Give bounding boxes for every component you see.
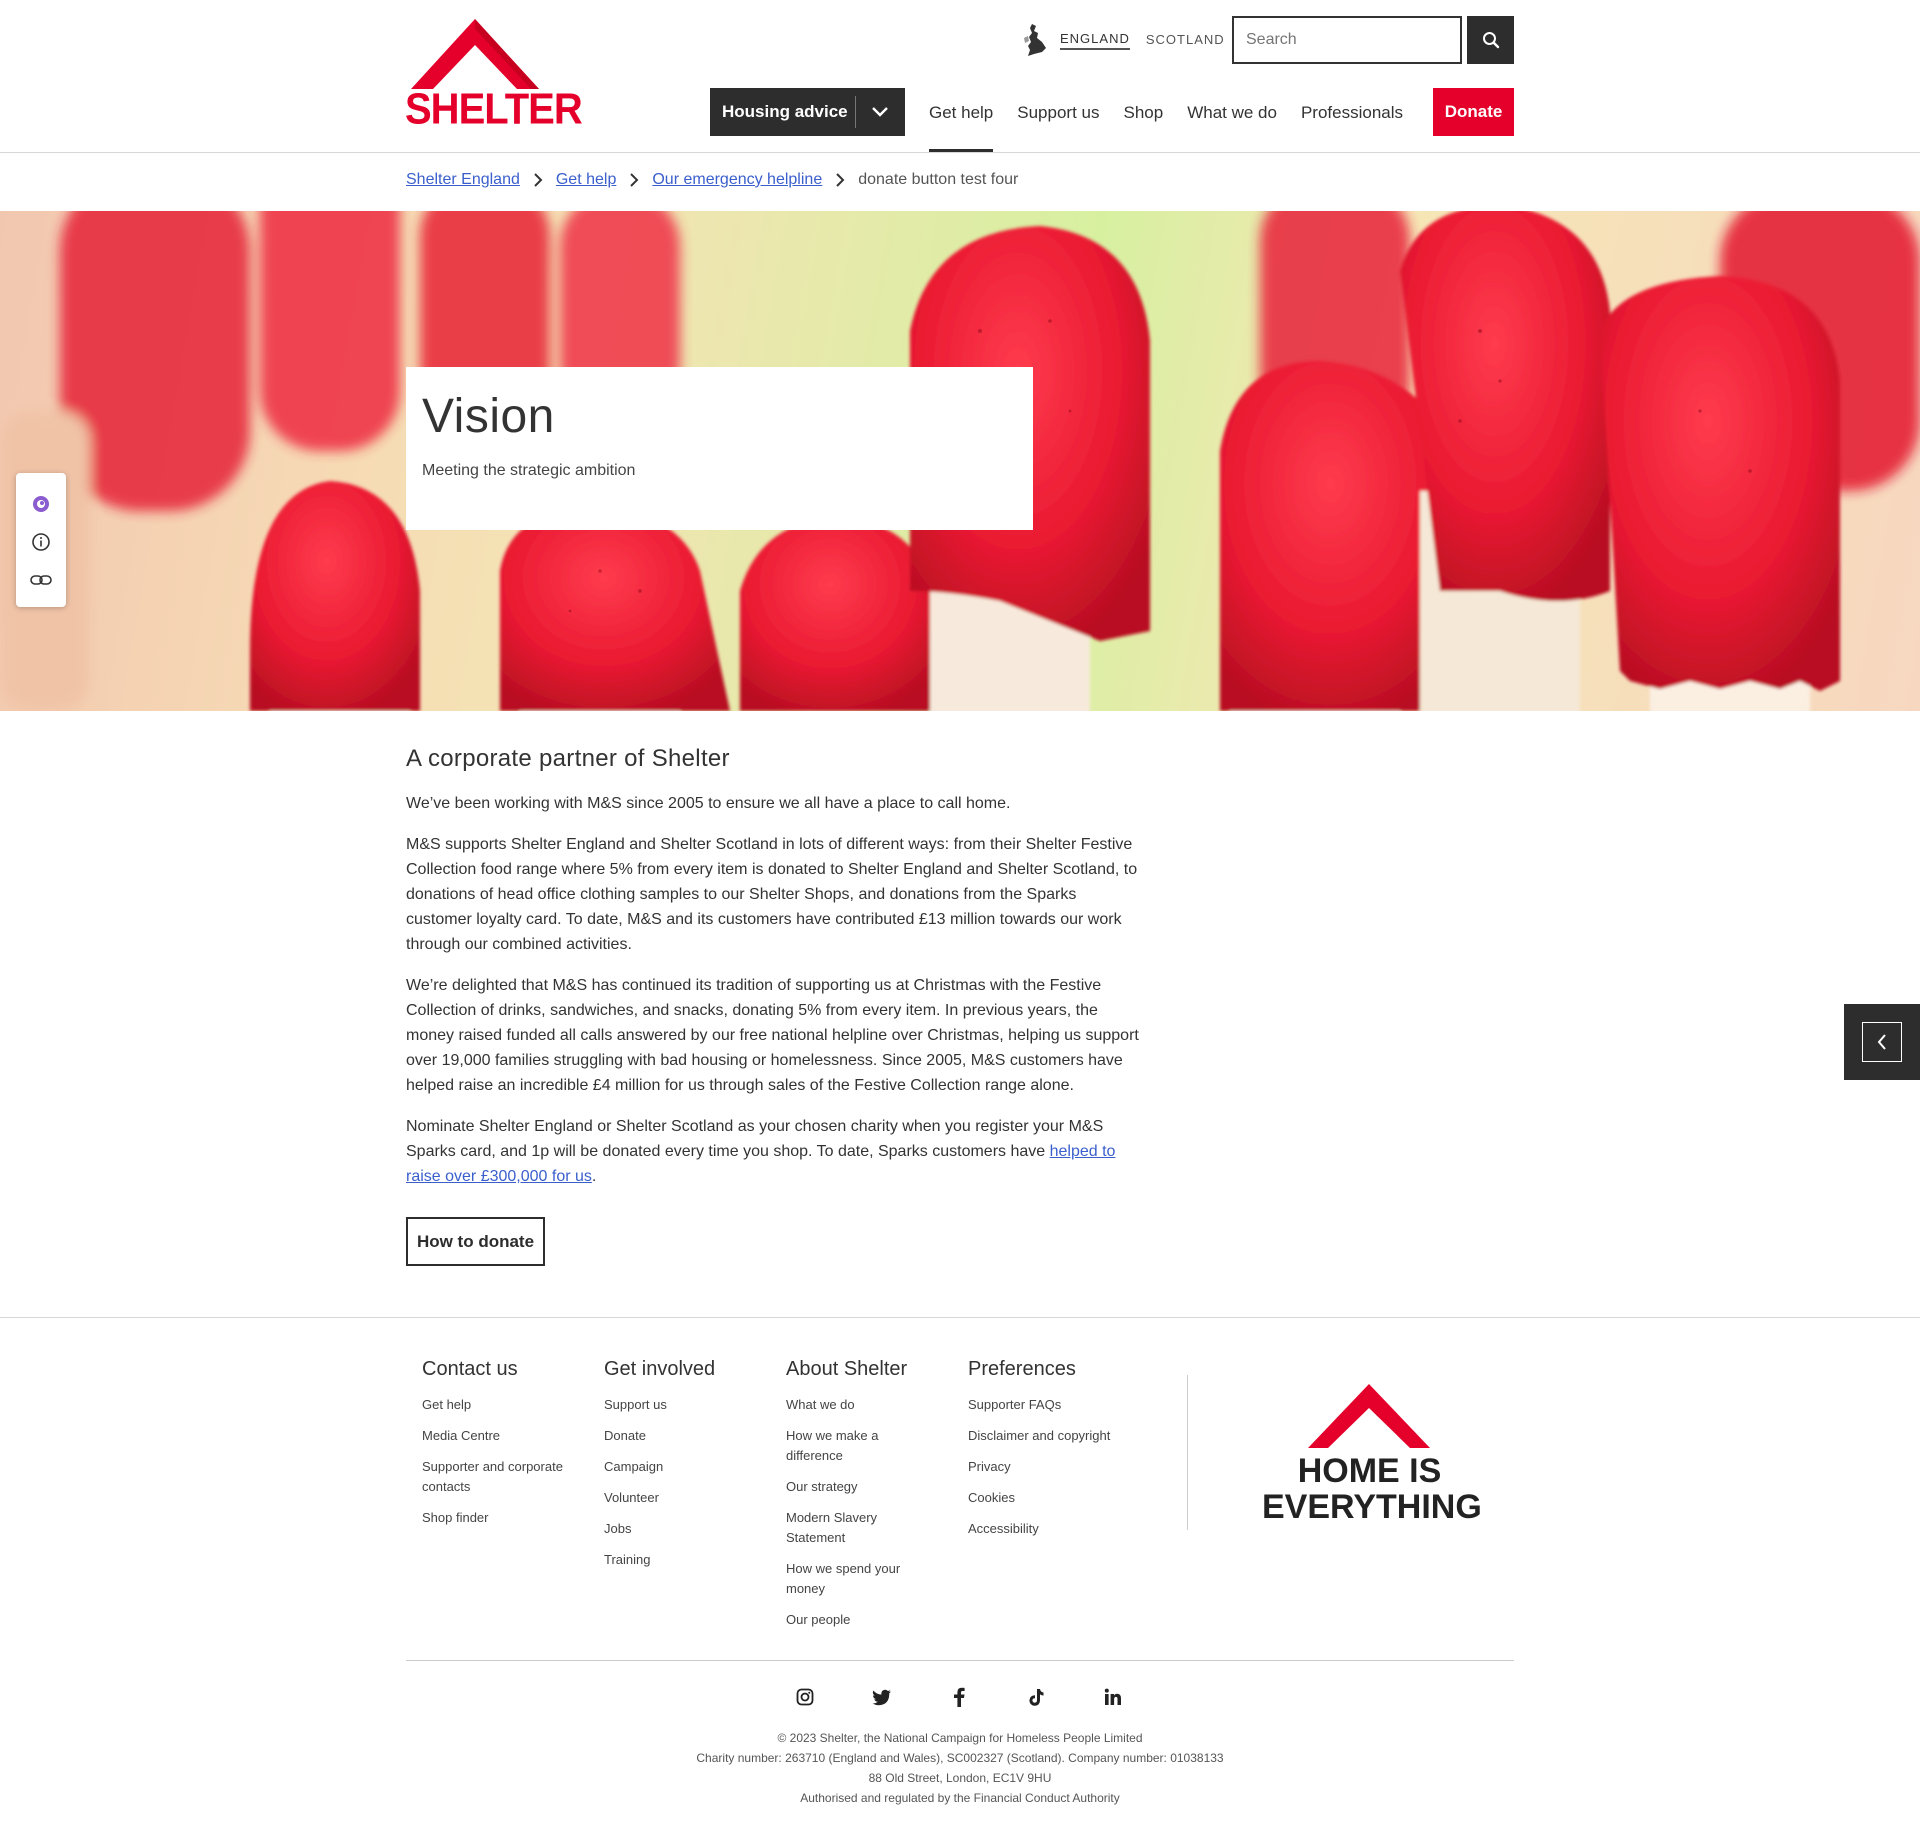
page-subtitle: Meeting the strategic ambition <box>422 462 636 479</box>
footer-link[interactable]: Support us <box>604 1395 774 1415</box>
nav-what-we-do[interactable]: What we do <box>1187 88 1277 152</box>
footer-divider <box>0 1317 1920 1318</box>
chevron-right-icon <box>532 172 544 188</box>
breadcrumb-link-shelter-england[interactable]: Shelter England <box>406 171 520 189</box>
footer-link[interactable]: How we make a difference <box>786 1426 906 1466</box>
site-header: SHELTER ENGLAND SCOTLAND Housing advice … <box>0 0 1920 153</box>
chevron-left-icon <box>1862 1022 1902 1062</box>
nav-shop[interactable]: Shop <box>1124 88 1164 152</box>
linkedin-icon[interactable] <box>1098 1682 1128 1712</box>
charity-number-text: Charity number: 263710 (England and Wale… <box>696 1751 1224 1765</box>
footer-link[interactable]: Get help <box>422 1395 592 1415</box>
instagram-icon[interactable] <box>790 1682 820 1712</box>
footer-link[interactable]: Campaign <box>604 1457 774 1477</box>
divider <box>855 96 856 128</box>
footer-link[interactable]: Media Centre <box>422 1426 592 1446</box>
footer-link[interactable]: Shop finder <box>422 1508 592 1528</box>
footer-link[interactable]: Accessibility <box>968 1519 1138 1539</box>
footer-column-about: About Shelter What we do How we make a d… <box>786 1358 907 1641</box>
logo-text: SHELTER <box>405 84 583 134</box>
breadcrumb-link-get-help[interactable]: Get help <box>556 171 616 189</box>
housing-advice-label: Housing advice <box>722 102 848 121</box>
hero-banner: Vision Meeting the strategic ambition <box>0 211 1920 711</box>
chevron-right-icon <box>834 172 846 188</box>
section-heading: A corporate partner of Shelter <box>406 745 730 772</box>
paragraph-intro: We’ve been working with M&S since 2005 t… <box>406 795 1011 812</box>
address-text: 88 Old Street, London, EC1V 9HU <box>868 1771 1052 1785</box>
footer-heading: Contact us <box>422 1358 518 1380</box>
sparks-suffix: . <box>591 1168 597 1185</box>
uk-map-icon <box>1024 24 1046 56</box>
paragraph-christmas: We’re delighted that M&S has continued i… <box>406 977 1139 1094</box>
regulation-text: Authorised and regulated by the Financia… <box>800 1791 1120 1805</box>
logo-line-1: HOME IS <box>1297 1452 1442 1490</box>
twitter-icon[interactable] <box>867 1682 897 1712</box>
footer-link[interactable]: Disclaimer and copyright <box>968 1426 1138 1446</box>
sparks-text: Nominate Shelter England or Shelter Scot… <box>406 1118 1104 1160</box>
paragraph-support-ways: M&S supports Shelter England and Shelter… <box>406 836 1138 953</box>
footer-column-get-involved: Get involved Support us Donate Campaign … <box>604 1358 774 1581</box>
logo-roof-icon <box>411 19 539 89</box>
footer-link[interactable]: How we spend your money <box>786 1559 906 1599</box>
logo-line-2: EVERYTHING <box>1262 1488 1482 1526</box>
main-content: A corporate partner of Shelter We’ve bee… <box>406 745 1146 1266</box>
nav-professionals[interactable]: Professionals <box>1301 88 1403 152</box>
breadcrumb-current: donate button test four <box>858 171 1019 188</box>
footer-link[interactable]: Jobs <box>604 1519 774 1539</box>
region-switcher: ENGLAND SCOTLAND <box>1020 16 1241 64</box>
footer-vertical-divider <box>1187 1375 1188 1530</box>
footer-link[interactable]: Training <box>604 1550 774 1570</box>
footer-link[interactable]: What we do <box>786 1395 906 1415</box>
breadcrumb-link-emergency-helpline[interactable]: Our emergency helpline <box>652 171 822 189</box>
link-icon[interactable] <box>30 569 52 591</box>
footer-link[interactable]: Privacy <box>968 1457 1138 1477</box>
main-nav: Housing advice Get help Support us Shop … <box>710 88 1403 152</box>
hero-card: Vision Meeting the strategic ambition <box>406 367 1033 530</box>
chevron-down-icon <box>872 107 888 117</box>
donate-button[interactable]: Donate <box>1433 88 1514 136</box>
region-england-link[interactable]: ENGLAND <box>1060 31 1130 50</box>
paragraph-sparks: Nominate Shelter England or Shelter Scot… <box>406 1114 1146 1189</box>
side-panel-toggle[interactable] <box>1844 1004 1920 1080</box>
info-icon[interactable] <box>30 531 52 553</box>
tiktok-icon[interactable] <box>1021 1682 1051 1712</box>
footer-heading: Get involved <box>604 1358 716 1380</box>
footer-column-preferences: Preferences Supporter FAQs Disclaimer an… <box>968 1358 1138 1550</box>
housing-advice-button[interactable]: Housing advice <box>710 88 905 136</box>
legal-info: © 2023 Shelter, the National Campaign fo… <box>0 1728 1920 1808</box>
search-icon <box>1482 32 1499 49</box>
footer-link[interactable]: Cookies <box>968 1488 1138 1508</box>
home-is-everything-logo: HOME IS EVERYTHING <box>1262 1380 1482 1530</box>
browser-extension-icon[interactable] <box>30 493 52 515</box>
how-to-donate-button[interactable]: How to donate <box>406 1217 545 1266</box>
floating-toolbar <box>16 473 66 607</box>
copyright-text: © 2023 Shelter, the National Campaign fo… <box>777 1731 1143 1745</box>
search-input[interactable] <box>1232 16 1462 64</box>
footer-bottom-divider <box>406 1660 1514 1661</box>
chevron-right-icon <box>628 172 640 188</box>
region-scotland-link[interactable]: SCOTLAND <box>1146 32 1225 49</box>
footer-link[interactable]: Donate <box>604 1426 774 1446</box>
footer-link[interactable]: Supporter and corporate contacts <box>422 1457 582 1497</box>
nav-get-help[interactable]: Get help <box>929 88 994 152</box>
footer-link[interactable]: Our strategy <box>786 1477 906 1497</box>
facebook-icon[interactable] <box>944 1682 974 1712</box>
shelter-logo[interactable]: SHELTER <box>405 15 583 133</box>
footer-link[interactable]: Our people <box>786 1610 906 1630</box>
footer-heading: Preferences <box>968 1358 1076 1380</box>
footer-heading: About Shelter <box>786 1358 908 1380</box>
nav-support-us[interactable]: Support us <box>1017 88 1099 152</box>
footer-link[interactable]: Volunteer <box>604 1488 774 1508</box>
logo-roof-icon <box>1308 1384 1430 1448</box>
footer-column-contact: Contact us Get help Media Centre Support… <box>422 1358 592 1539</box>
footer-link[interactable]: Modern Slavery Statement <box>786 1508 906 1548</box>
footer-link[interactable]: Supporter FAQs <box>968 1395 1138 1415</box>
search-button[interactable] <box>1467 16 1514 64</box>
social-links <box>790 1682 1128 1712</box>
breadcrumb: Shelter England Get help Our emergency h… <box>406 171 1018 189</box>
page-title: Vision <box>422 390 555 443</box>
